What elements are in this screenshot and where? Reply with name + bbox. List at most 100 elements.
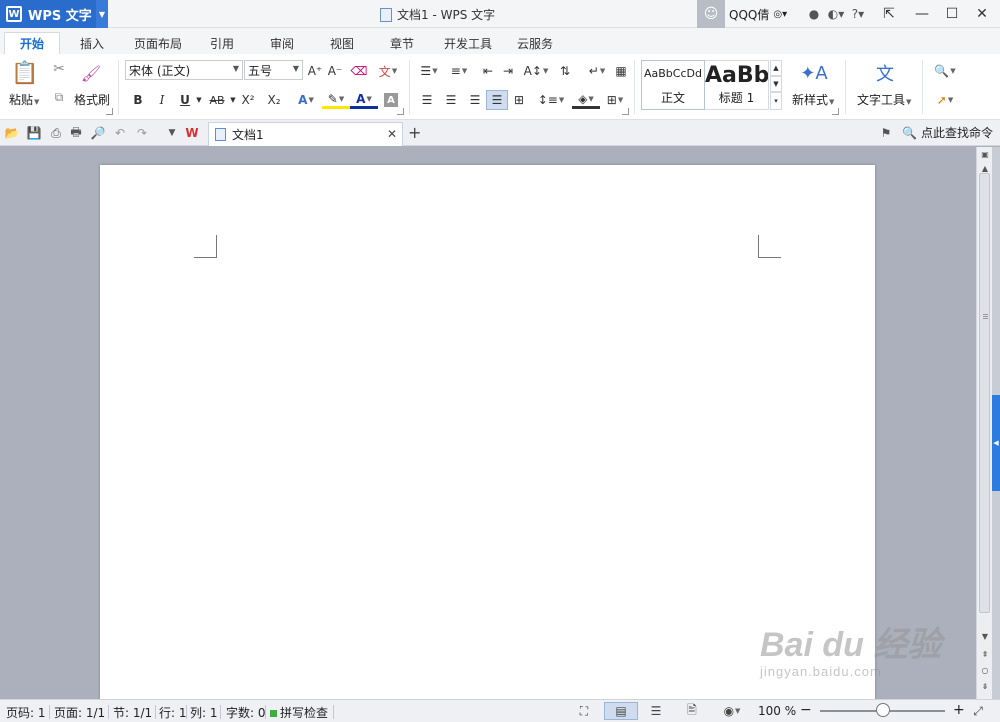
customize-quick-access-icon[interactable]: ▼ bbox=[164, 125, 180, 141]
align-left-icon[interactable]: ☰ bbox=[418, 91, 436, 109]
zoom-in-icon[interactable]: + bbox=[953, 702, 965, 718]
print-icon[interactable]: 🖶 bbox=[68, 125, 84, 141]
shrink-font-icon[interactable]: A⁻ bbox=[326, 62, 344, 80]
side-panel-toggle[interactable]: ◀ bbox=[992, 395, 1000, 491]
new-tab-button[interactable]: + bbox=[408, 123, 421, 142]
decrease-indent-icon[interactable]: ⇤ bbox=[480, 62, 496, 80]
minimize-button[interactable]: — bbox=[908, 0, 936, 28]
format-painter-icon[interactable]: 🖌 bbox=[80, 62, 102, 84]
table-grid-icon[interactable]: ▦ bbox=[612, 62, 630, 80]
undo-icon[interactable]: ↶ bbox=[112, 125, 128, 141]
status-row[interactable]: 行: 1 bbox=[159, 704, 187, 721]
tab-page-layout[interactable]: 页面布局 bbox=[128, 32, 188, 54]
strikethrough-button[interactable]: AB bbox=[206, 91, 228, 109]
styles-launcher-icon[interactable] bbox=[832, 108, 839, 115]
grow-font-icon[interactable]: A⁺ bbox=[306, 62, 324, 80]
new-style-button[interactable]: 新样式▼ bbox=[792, 91, 834, 108]
copy-icon[interactable]: ⧉ bbox=[50, 88, 68, 106]
status-section[interactable]: 节: 1/1 bbox=[113, 704, 152, 721]
vertical-scrollbar[interactable]: ▣ ▲ ▼ ⇞ ○ ⇟ bbox=[976, 147, 992, 699]
text-effect-icon[interactable]: A ▼ bbox=[292, 91, 320, 109]
tab-cloud[interactable]: 云服务 bbox=[510, 32, 560, 54]
next-page-icon[interactable]: ⇟ bbox=[977, 679, 993, 693]
wps-home-icon[interactable]: W bbox=[184, 125, 200, 141]
change-case-icon[interactable]: A↕ ▼ bbox=[522, 62, 550, 80]
zoom-slider-thumb[interactable] bbox=[876, 703, 890, 717]
justify-icon[interactable]: ☰ bbox=[486, 90, 508, 110]
font-name-select[interactable]: 宋体 (正文) ▼ bbox=[125, 60, 243, 80]
spell-check-toggle[interactable]: 拼写检查 bbox=[270, 704, 328, 721]
avatar[interactable]: ☺ bbox=[697, 0, 725, 28]
underline-dropdown-icon[interactable]: ▼ bbox=[194, 91, 204, 109]
save-icon[interactable]: 💾 bbox=[26, 125, 42, 141]
distributed-align-icon[interactable]: ⊞ bbox=[510, 91, 528, 109]
find-replace-icon[interactable]: 🔍 ▼ bbox=[930, 62, 960, 80]
page-view-icon[interactable]: ▤ bbox=[604, 702, 638, 720]
paragraph-shading-icon[interactable]: ◈ ▼ bbox=[572, 91, 600, 109]
clear-format-icon[interactable]: ⌫ bbox=[350, 62, 368, 80]
bullet-list-icon[interactable]: ☰ ▼ bbox=[416, 62, 442, 80]
previous-page-icon[interactable]: ⇞ bbox=[977, 647, 993, 661]
style-normal[interactable]: AaBbCcDd 正文 bbox=[641, 60, 705, 110]
command-search[interactable]: 🔍 点此查找命令 bbox=[902, 124, 993, 141]
tab-chapter[interactable]: 章节 bbox=[382, 32, 422, 54]
user-account[interactable]: ☺ QQQ倩 ◎▾ bbox=[697, 0, 801, 28]
style-heading1[interactable]: AaBb 标题 1 bbox=[705, 60, 769, 110]
increase-indent-icon[interactable]: ⇥ bbox=[500, 62, 516, 80]
paragraph-launcher-icon[interactable] bbox=[622, 108, 629, 115]
status-column[interactable]: 列: 1 bbox=[190, 704, 218, 721]
restore-window-icon[interactable]: ⇱ bbox=[875, 0, 903, 28]
status-page-count[interactable]: 页面: 1/1 bbox=[54, 704, 105, 721]
paste-icon[interactable]: 📋 bbox=[11, 60, 38, 86]
phonetic-guide-icon[interactable]: 文 ▼ bbox=[374, 62, 402, 80]
user-status-icon[interactable]: ◎▾ bbox=[773, 9, 787, 20]
styles-scroll-up-icon[interactable]: ▲ bbox=[770, 60, 782, 76]
select-icon[interactable]: ➚ ▼ bbox=[930, 91, 960, 109]
print-preview-icon[interactable]: 🔎 bbox=[90, 125, 106, 141]
app-menu-button[interactable]: W WPS 文字 bbox=[0, 0, 96, 28]
numbered-list-icon[interactable]: ≡ ▼ bbox=[446, 62, 472, 80]
skin-icon[interactable]: ● bbox=[806, 6, 822, 22]
clipboard-launcher-icon[interactable] bbox=[106, 108, 113, 115]
pin-icon[interactable]: ⚑ bbox=[878, 125, 894, 141]
status-page-number[interactable]: 页码: 1 bbox=[6, 704, 46, 721]
show-marks-icon[interactable]: ↵ ▼ bbox=[584, 62, 610, 80]
maximize-button[interactable]: ☐ bbox=[938, 0, 966, 28]
tab-start[interactable]: 开始 bbox=[4, 32, 60, 54]
help-icon[interactable]: ?▾ bbox=[850, 6, 866, 22]
close-tab-icon[interactable]: ✕ bbox=[387, 127, 397, 141]
open-icon[interactable]: 📂 bbox=[4, 125, 20, 141]
format-painter-button[interactable]: 格式刷 bbox=[74, 91, 110, 108]
subscript-button[interactable]: X₂ bbox=[264, 91, 284, 109]
tab-review[interactable]: 审阅 bbox=[262, 32, 302, 54]
split-view-icon[interactable]: ▣ bbox=[977, 147, 993, 161]
document-page[interactable] bbox=[100, 165, 875, 699]
italic-button[interactable]: I bbox=[154, 91, 170, 109]
full-screen-icon[interactable]: ⛶ bbox=[576, 703, 592, 719]
app-menu-dropdown-icon[interactable]: ▼ bbox=[96, 0, 108, 28]
paste-button[interactable]: 粘贴▼ bbox=[9, 91, 39, 108]
document-tab[interactable]: 文档1 ✕ bbox=[208, 122, 403, 146]
font-size-select[interactable]: 五号 ▼ bbox=[244, 60, 303, 80]
fit-page-icon[interactable]: ⤢ bbox=[970, 703, 986, 719]
line-spacing-icon[interactable]: ↕≡ ▼ bbox=[538, 91, 565, 109]
feedback-icon[interactable]: ◐▾ bbox=[828, 6, 845, 22]
zoom-level[interactable]: 100 % bbox=[758, 704, 796, 718]
tab-insert[interactable]: 插入 bbox=[72, 32, 112, 54]
strikethrough-dropdown-icon[interactable]: ▼ bbox=[228, 91, 238, 109]
tab-developer[interactable]: 开发工具 bbox=[438, 32, 498, 54]
scroll-down-icon[interactable]: ▼ bbox=[977, 629, 993, 643]
character-shading-icon[interactable]: A bbox=[384, 93, 398, 107]
highlight-icon[interactable]: ✎ ▼ bbox=[322, 91, 350, 109]
tab-references[interactable]: 引用 bbox=[202, 32, 242, 54]
align-right-icon[interactable]: ☰ bbox=[466, 91, 484, 109]
styles-more-icon[interactable]: ▾ bbox=[770, 92, 782, 110]
styles-scroll-down-icon[interactable]: ▼ bbox=[770, 76, 782, 92]
status-word-count[interactable]: 字数: 0 bbox=[226, 704, 266, 721]
redo-icon[interactable]: ↷ bbox=[134, 125, 150, 141]
tab-view[interactable]: 视图 bbox=[322, 32, 362, 54]
close-button[interactable]: ✕ bbox=[968, 0, 996, 28]
eye-protection-icon[interactable]: ◉ ▼ bbox=[718, 703, 746, 719]
underline-button[interactable]: U bbox=[177, 91, 193, 109]
font-launcher-icon[interactable] bbox=[397, 108, 404, 115]
